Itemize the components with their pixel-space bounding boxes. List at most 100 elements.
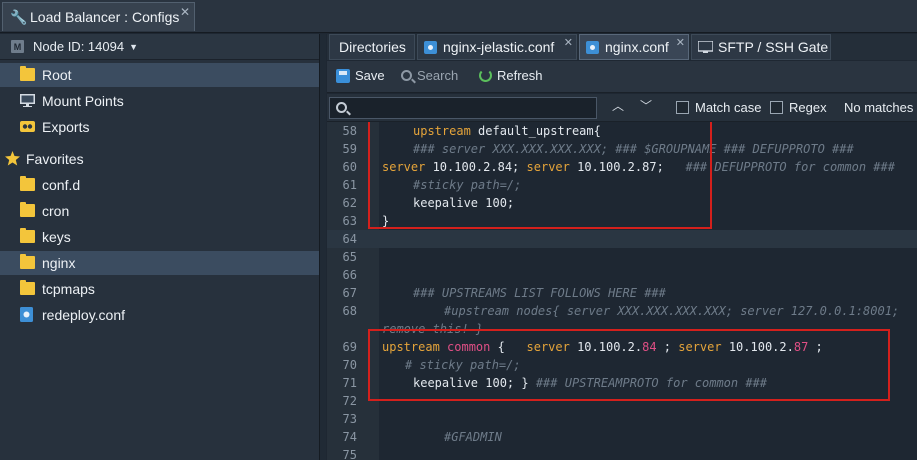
sidebar: M Node ID: 14094 ▼ Root Mount Points Exp… bbox=[0, 34, 319, 460]
tree-item-label: cron bbox=[42, 203, 70, 219]
tab-label: nginx.conf bbox=[605, 39, 669, 55]
line-number: 61 bbox=[342, 178, 357, 192]
code-line-active: 64 bbox=[327, 230, 917, 248]
line-number: 59 bbox=[342, 142, 357, 156]
code-line: 66 bbox=[327, 266, 917, 284]
favorites-label: Favorites bbox=[26, 151, 84, 167]
wrench-icon: 🔧 bbox=[10, 9, 28, 25]
search-icon bbox=[336, 102, 347, 113]
editor-toolbar: Save Search Refresh bbox=[327, 61, 917, 93]
window-title: Load Balancer : Configs bbox=[30, 9, 180, 25]
star-icon bbox=[5, 151, 20, 166]
line-number: 70 bbox=[342, 358, 357, 372]
match-case-checkbox[interactable] bbox=[676, 101, 689, 114]
node-selector[interactable]: M Node ID: 14094 ▼ bbox=[0, 34, 319, 60]
folder-icon bbox=[20, 254, 35, 269]
find-bar: ︿ ﹀ Match case Regex No matches bbox=[327, 94, 917, 122]
tab-sftp-ssh-gate[interactable]: SFTP / SSH Gate bbox=[691, 34, 831, 60]
search-button[interactable]: Search bbox=[401, 68, 458, 83]
line-number: 60 bbox=[342, 160, 357, 174]
folder-icon bbox=[20, 228, 35, 243]
close-icon[interactable]: ✕ bbox=[676, 36, 685, 49]
tree-item-label: nginx bbox=[42, 255, 76, 271]
find-status: No matches bbox=[844, 100, 914, 115]
line-number: 64 bbox=[342, 232, 357, 246]
line-number: 63 bbox=[342, 214, 357, 228]
close-icon[interactable]: ✕ bbox=[180, 5, 190, 19]
close-icon[interactable]: ✕ bbox=[564, 36, 573, 49]
code-line: 65 bbox=[327, 248, 917, 266]
tree-item-conf-d[interactable]: conf.d bbox=[0, 173, 319, 197]
tree-item-label: Exports bbox=[42, 119, 90, 135]
tree-item-label: redeploy.conf bbox=[42, 307, 126, 323]
line-number: 74 bbox=[342, 430, 357, 444]
tab-label: nginx-jelastic.conf bbox=[443, 39, 555, 55]
folder-icon bbox=[20, 202, 35, 217]
save-label: Save bbox=[355, 68, 385, 83]
tab-directories[interactable]: Directories bbox=[329, 34, 415, 60]
file-icon bbox=[586, 40, 599, 54]
regex-checkbox[interactable] bbox=[770, 101, 783, 114]
regex-label: Regex bbox=[789, 100, 827, 115]
favorites-header[interactable]: Favorites bbox=[0, 147, 319, 171]
file-icon bbox=[20, 307, 33, 322]
refresh-icon bbox=[479, 69, 492, 82]
tree-item-keys[interactable]: keys bbox=[0, 225, 319, 249]
line-number: 58 bbox=[342, 124, 357, 138]
line-number: 66 bbox=[342, 268, 357, 282]
refresh-label: Refresh bbox=[497, 68, 543, 83]
panel-splitter[interactable] bbox=[319, 34, 326, 460]
match-case-label: Match case bbox=[695, 100, 762, 115]
code-comment: #GFADMIN bbox=[444, 430, 502, 444]
tab-label: Directories bbox=[339, 39, 406, 55]
exports-icon bbox=[20, 121, 35, 132]
tree-item-mount-points[interactable]: Mount Points bbox=[0, 89, 319, 113]
folder-icon bbox=[20, 66, 35, 81]
line-number: 68 bbox=[342, 304, 357, 318]
chevron-down-icon: ▼ bbox=[129, 41, 138, 52]
search-icon bbox=[401, 70, 412, 81]
window-tab[interactable]: 🔧 Load Balancer : Configs ✕ bbox=[2, 2, 195, 31]
tree-item-label: keys bbox=[42, 229, 71, 245]
code-line: 74 #GFADMIN bbox=[327, 428, 917, 446]
highlight-box bbox=[368, 329, 890, 401]
tree-item-root[interactable]: Root bbox=[0, 63, 319, 87]
tree-item-label: tcpmaps bbox=[42, 281, 95, 297]
line-number: 75 bbox=[342, 448, 357, 460]
code-line: 75 bbox=[327, 446, 917, 460]
line-number: 72 bbox=[342, 394, 357, 408]
folder-icon bbox=[20, 176, 35, 191]
editor-tabs: Directories nginx-jelastic.conf ✕ nginx.… bbox=[327, 34, 917, 60]
find-next-button[interactable]: ﹀ bbox=[640, 99, 652, 113]
search-label: Search bbox=[417, 68, 459, 83]
code-comment: ### UPSTREAMS LIST FOLLOWS HERE ### bbox=[413, 286, 666, 300]
tree-item-label: Mount Points bbox=[42, 93, 124, 109]
tree-item-redeploy-conf[interactable]: redeploy.conf bbox=[0, 303, 319, 327]
refresh-button[interactable]: Refresh bbox=[479, 68, 543, 83]
window-titlebar: 🔧 Load Balancer : Configs ✕ bbox=[0, 0, 917, 33]
file-icon bbox=[424, 40, 437, 54]
code-line: 68 #upstream nodes{ server XXX.XXX.XXX.X… bbox=[327, 302, 917, 320]
monitor-icon bbox=[20, 94, 35, 107]
tree-item-nginx[interactable]: nginx bbox=[0, 251, 319, 275]
folder-icon bbox=[20, 280, 35, 295]
tab-label: SFTP / SSH Gate bbox=[718, 39, 829, 55]
node-label: Node ID: 14094 bbox=[33, 39, 125, 54]
highlight-box bbox=[368, 122, 712, 229]
code-line: 73 bbox=[327, 410, 917, 428]
line-number: 62 bbox=[342, 196, 357, 210]
find-previous-button[interactable]: ︿ bbox=[612, 99, 624, 113]
code-editor[interactable]: 58 upstream default_upstream{ 59 ### ser… bbox=[327, 122, 917, 460]
tree-item-label: Root bbox=[42, 67, 72, 83]
line-number: 69 bbox=[342, 340, 357, 354]
line-number: 71 bbox=[342, 376, 357, 390]
tree-item-exports[interactable]: Exports bbox=[0, 115, 319, 139]
find-input[interactable] bbox=[329, 97, 597, 119]
tree-item-tcpmaps[interactable]: tcpmaps bbox=[0, 277, 319, 301]
tab-nginx-jelastic-conf[interactable]: nginx-jelastic.conf ✕ bbox=[417, 34, 577, 60]
tree-item-cron[interactable]: cron bbox=[0, 199, 319, 223]
code-line: 67 ### UPSTREAMS LIST FOLLOWS HERE ### bbox=[327, 284, 917, 302]
tab-nginx-conf[interactable]: nginx.conf ✕ bbox=[579, 34, 689, 60]
save-button[interactable]: Save bbox=[336, 68, 385, 83]
terminal-icon bbox=[698, 41, 713, 53]
